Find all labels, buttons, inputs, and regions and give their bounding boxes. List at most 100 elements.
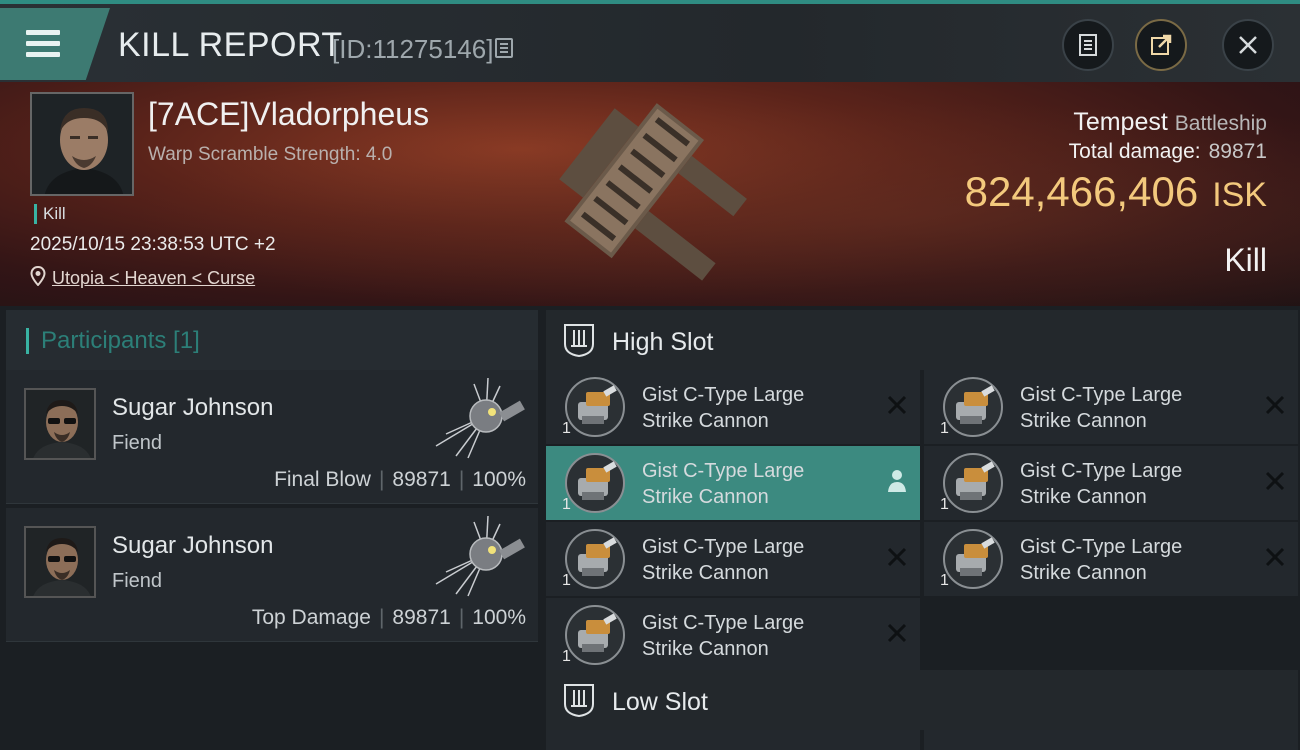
location-link[interactable]: Utopia < Heaven < Curse [52,268,255,289]
destroyed-x-icon [887,547,907,567]
module-name: Gist C-Type Large Strike Cannon [1020,534,1250,586]
close-button[interactable] [1222,19,1274,71]
cannon-module-icon [943,377,1003,437]
module-name-line2: Strike Cannon [642,562,769,584]
menu-button[interactable] [0,8,110,80]
copy-icon[interactable] [495,38,513,58]
isk-value: 824,466,406 ISK [965,168,1267,216]
module-item[interactable]: 1 Gist C-Type Large Strike Cannon [546,598,920,672]
module-name-line2: Strike Cannon [1020,562,1147,584]
module-quantity: 1 [940,572,949,589]
module-name-line2: Strike Cannon [642,486,769,508]
module-name-line2: Strike Cannon [1020,486,1147,508]
victim-portrait[interactable] [30,92,134,196]
module-quantity: 1 [562,648,571,665]
total-damage-label: Total damage: [1068,140,1201,163]
destroyed-x-icon [1265,547,1285,567]
portrait-image [32,94,132,194]
participant-card[interactable]: Sugar Johnson Fiend Final Blow | 89871 | 100… [6,370,538,504]
avatar-image [26,390,94,458]
module-name: Gist C-Type Large Strike Cannon [1020,382,1250,434]
module-name: Gist C-Type Large Strike Cannon [642,382,872,434]
ship-type: Tempest [1073,108,1168,136]
participant-ship-icon[interactable] [426,514,536,604]
module-name-line2: Strike Cannon [642,638,769,660]
module-quantity: 1 [562,496,571,513]
cannon-module-icon [565,377,625,437]
page-title: KILL REPORT [118,26,343,64]
participant-name[interactable]: Sugar Johnson [112,394,273,422]
fitting-panel: High Slot 1 Gist C-Type Large Strike Canno… [540,306,1300,750]
module-quantity: 1 [562,420,571,437]
location-pin-icon [30,266,46,286]
user-icon[interactable] [886,468,908,494]
kill-datetime: 2025/10/15 23:38:53 UTC +2 [30,234,276,255]
module-item[interactable]: 1 Gist C-Type Large Strike Cannon [546,522,920,596]
victim-name[interactable]: [7ACE]Vladorpheus [148,96,429,133]
module-item[interactable]: 1 Gist C-Type Large Strike Cannon [546,446,920,520]
participant-stats: Final Blow | 89871 | 100% [274,468,526,491]
victim-banner: [7ACE]Vladorpheus Warp Scramble Strength… [0,82,1300,306]
module-name-line1: Gist C-Type Large [642,612,805,634]
module-item[interactable]: 1 Gist C-Type Large Strike Cannon [924,446,1298,520]
avatar[interactable] [24,388,96,460]
total-damage: Total damage: 89871 [1069,140,1267,164]
avatar-image [26,528,94,596]
victim-ship-image[interactable] [530,88,770,298]
module-name-line1: Gist C-Type Large [1020,460,1183,482]
high-slot-title: High Slot [612,328,714,356]
participants-header[interactable]: Participants [1] [6,310,538,370]
clipboard-icon [1079,34,1097,56]
module-quantity: 1 [940,496,949,513]
module-name-line1: Gist C-Type Large [642,536,805,558]
high-slot-icon [564,324,594,358]
module-name-line1: Gist C-Type Large [642,460,805,482]
participant-name[interactable]: Sugar Johnson [112,532,273,560]
kill-report-screen: KILL REPORT [ID:11275146] [7ACE]Vladorph… [0,0,1300,750]
module-name: Gist C-Type Large Strike Cannon [642,610,872,662]
avatar[interactable] [24,526,96,598]
low-slot-title: Low Slot [612,688,708,716]
destroyed-x-icon [1265,471,1285,491]
cannon-module-icon [565,605,625,665]
participant-ship: Fiend [112,570,163,592]
module-name: Gist C-Type Large Strike Cannon [642,534,872,586]
cannon-module-icon [565,529,625,589]
isk-amount: 824,466,406 [964,168,1199,215]
module-name: Gist C-Type Large Strike Cannon [642,458,872,510]
warp-scramble-strength: Warp Scramble Strength: 4.0 [148,144,393,165]
share-icon [1151,34,1172,55]
participant-card[interactable]: Sugar Johnson Fiend Top Damage | 89871 | 100… [6,508,538,642]
cannon-module-icon [565,453,625,513]
destroyed-x-icon [1265,395,1285,415]
module-name-line1: Gist C-Type Large [1020,536,1183,558]
destroyed-x-icon [887,395,907,415]
low-slot-module-partial[interactable] [546,730,920,750]
module-name-line2: Strike Cannon [642,410,769,432]
low-slot-module-partial[interactable] [924,730,1298,750]
module-name-line1: Gist C-Type Large [642,384,805,406]
kill-tag: Kill [34,204,66,224]
share-button[interactable] [1135,19,1187,71]
module-item[interactable]: 1 Gist C-Type Large Strike Cannon [924,370,1298,444]
participant-ship: Fiend [112,432,163,454]
close-icon [1239,36,1257,54]
stat-damage: 89871 [392,606,451,629]
participants-panel: Participants [1] Sugar Johnson Fiend Fin… [0,306,540,750]
result-label: Kill [1224,242,1267,278]
participant-ship-icon[interactable] [426,376,536,466]
module-quantity: 1 [562,572,571,589]
high-slot-header: High Slot [546,310,1298,370]
module-item[interactable]: 1 Gist C-Type Large Strike Cannon [546,370,920,444]
module-quantity: 1 [940,420,949,437]
module-item[interactable]: 1 Gist C-Type Large Strike Cannon [924,522,1298,596]
module-name-line1: Gist C-Type Large [1020,384,1183,406]
cannon-module-icon [943,453,1003,513]
stat-label: Top Damage [251,606,371,629]
participants-title: Participants [1] [26,328,200,354]
clipboard-button[interactable] [1062,19,1114,71]
low-slot-header: Low Slot [546,670,1298,730]
stat-damage: 89871 [392,468,451,491]
victim-ship-name[interactable]: Tempest Battleship [1073,108,1267,137]
kill-id: [ID:11275146] [332,34,494,64]
